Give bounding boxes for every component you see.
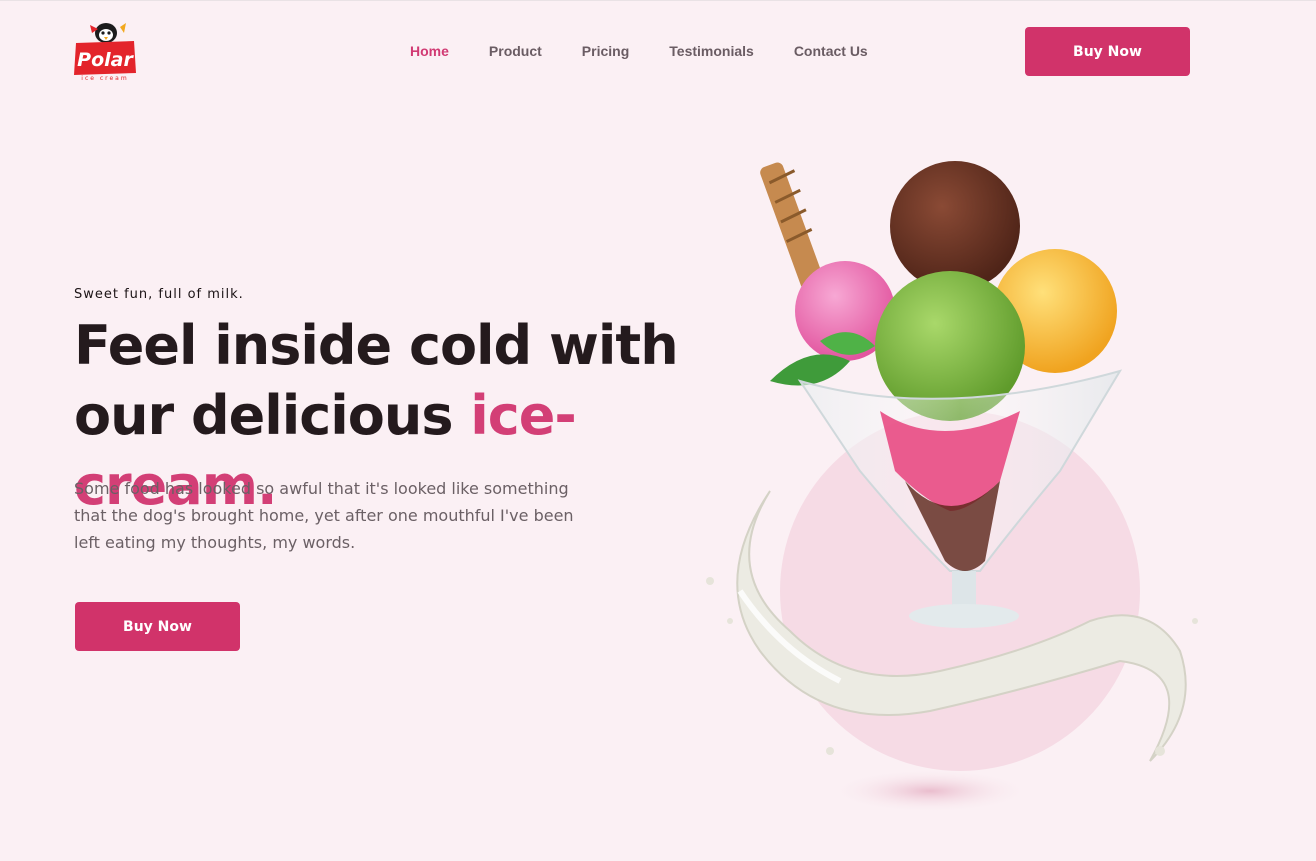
header-buy-now-button[interactable]: Buy Now — [1025, 27, 1190, 76]
logo-subtext: ice cream — [81, 75, 128, 82]
headline-line-1: Feel inside cold with — [74, 314, 679, 377]
hero-buy-now-button[interactable]: Buy Now — [75, 602, 240, 651]
nav-pricing[interactable]: Pricing — [582, 43, 629, 59]
nav-contact-us[interactable]: Contact Us — [794, 43, 868, 59]
hero-description: Some food has looked so awful that it's … — [74, 479, 574, 552]
logo-wordmark: Polar — [77, 49, 134, 71]
nav-product[interactable]: Product — [489, 43, 542, 59]
brand-logo[interactable]: Polar ice cream — [70, 19, 140, 83]
ice-cream-sundae-image — [680, 151, 1220, 831]
nav-home[interactable]: Home — [410, 43, 449, 59]
headline-line-2: our delicious — [74, 384, 471, 447]
main-nav: Home Product Pricing Testimonials Contac… — [410, 43, 908, 59]
nav-testimonials[interactable]: Testimonials — [669, 43, 754, 59]
hero-tagline: Sweet fun, full of milk. — [74, 287, 244, 302]
